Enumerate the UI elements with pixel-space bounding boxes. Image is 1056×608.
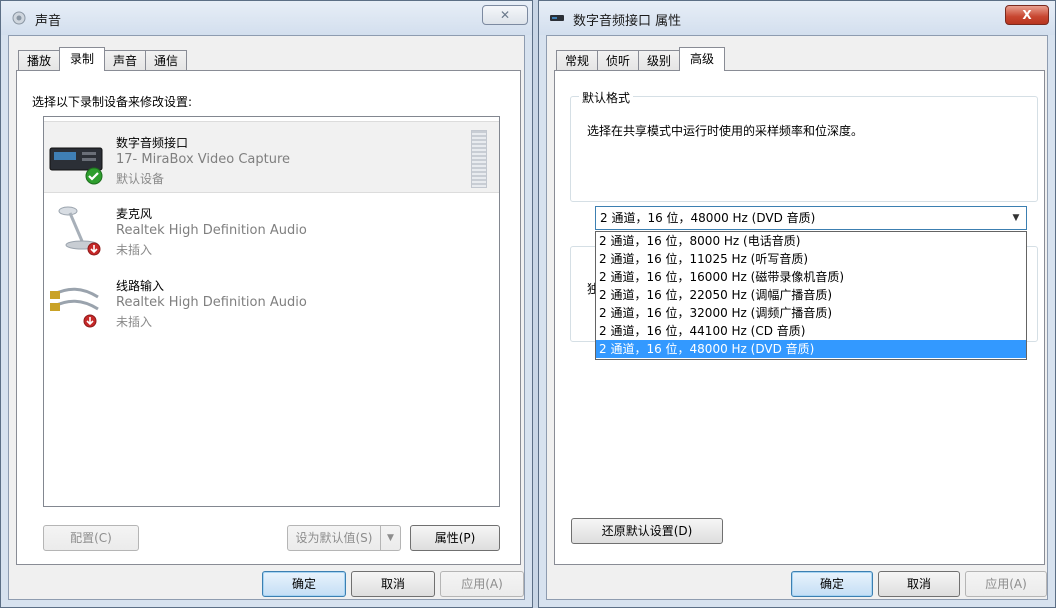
capture-device-icon	[49, 147, 103, 185]
sample-rate-option[interactable]: 2 通道，16 位，11025 Hz (听写音质)	[596, 250, 1026, 268]
list-item-digital-audio-interface[interactable]: 数字音频接口 17- MiraBox Video Capture 默认设备	[44, 121, 499, 193]
sample-rate-select[interactable]: 2 通道，16 位，48000 Hz (DVD 音质) ▼	[595, 206, 1027, 230]
sample-rate-selected-value: 2 通道，16 位，48000 Hz (DVD 音质)	[600, 211, 816, 225]
device-status: 默认设备	[116, 172, 165, 186]
sample-rate-option[interactable]: 2 通道，16 位，8000 Hz (电话音质)	[596, 232, 1026, 250]
default-format-description: 选择在共享模式中运行时使用的采样频率和位深度。	[587, 124, 864, 138]
device-name: 麦克风	[116, 207, 153, 221]
ok-button[interactable]: 确定	[791, 571, 873, 597]
properties-window: 数字音频接口 属性 X 常规 侦听 级别 高级 默认格式 选择在共享模式中运行时…	[538, 0, 1056, 608]
sample-rate-dropdown[interactable]: 2 通道，16 位，8000 Hz (电话音质) 2 通道，16 位，11025…	[595, 231, 1027, 360]
sound-window-title: 声音	[35, 14, 62, 29]
device-description: Realtek High Definition Audio	[116, 295, 307, 310]
apply-button[interactable]: 应用(A)	[965, 571, 1047, 597]
tab-advanced[interactable]: 高级	[679, 47, 726, 71]
properties-tabs: 常规 侦听 级别 高级	[556, 47, 726, 71]
device-name: 数字音频接口	[116, 136, 189, 150]
cancel-button[interactable]: 取消	[878, 571, 960, 597]
configure-button[interactable]: 配置(C)	[43, 525, 139, 551]
tab-recording[interactable]: 录制	[59, 47, 106, 71]
properties-window-client: 常规 侦听 级别 高级 默认格式 选择在共享模式中运行时使用的采样频率和位深度。…	[546, 35, 1048, 600]
set-default-label: 设为默认值(S)	[295, 531, 373, 545]
apply-button[interactable]: 应用(A)	[440, 571, 524, 597]
instruction-text: 选择以下录制设备来修改设置:	[32, 95, 193, 109]
tab-general[interactable]: 常规	[556, 50, 599, 71]
sample-rate-option[interactable]: 2 通道，16 位，22050 Hz (调幅广播音质)	[596, 286, 1026, 304]
list-item-line-in[interactable]: 线路输入 Realtek High Definition Audio 未插入	[44, 265, 499, 337]
device-status: 未插入	[116, 315, 153, 329]
device-description: Realtek High Definition Audio	[116, 223, 307, 238]
level-meter	[471, 130, 487, 188]
sound-window: 声音 ✕ 播放 录制 声音 通信 选择以下录制设备来修改设置: 数字音频接口 1…	[0, 0, 533, 608]
tab-sounds[interactable]: 声音	[104, 50, 147, 71]
close-button[interactable]: X	[1005, 5, 1049, 25]
device-status: 未插入	[116, 243, 153, 257]
sample-rate-option[interactable]: 2 通道，16 位，32000 Hz (调频广播音质)	[596, 304, 1026, 322]
device-name: 线路输入	[116, 279, 165, 293]
default-format-group: 默认格式 选择在共享模式中运行时使用的采样频率和位深度。	[570, 89, 1038, 202]
sound-tabs: 播放 录制 声音 通信	[18, 47, 188, 71]
close-icon: ✕	[499, 8, 511, 22]
speaker-icon	[12, 11, 26, 25]
microphone-icon	[58, 206, 101, 256]
properties-window-titlebar[interactable]: 数字音频接口 属性 X	[539, 1, 1055, 35]
device-description: 17- MiraBox Video Capture	[116, 152, 291, 167]
list-item-microphone[interactable]: 麦克风 Realtek High Definition Audio 未插入	[44, 193, 499, 265]
tab-communications[interactable]: 通信	[145, 50, 188, 71]
close-button[interactable]: ✕	[482, 5, 528, 25]
restore-defaults-button[interactable]: 还原默认设置(D)	[571, 518, 723, 544]
sample-rate-option-selected[interactable]: 2 通道，16 位，48000 Hz (DVD 音质)	[596, 340, 1026, 358]
ok-button[interactable]: 确定	[262, 571, 346, 597]
audio-device-icon	[550, 15, 564, 21]
set-default-button[interactable]: 设为默认值(S) ▼	[287, 525, 401, 551]
device-list[interactable]: 数字音频接口 17- MiraBox Video Capture 默认设备 麦克…	[43, 116, 500, 507]
default-format-label: 默认格式	[579, 89, 634, 106]
sound-window-titlebar[interactable]: 声音 ✕	[1, 1, 532, 35]
properties-button[interactable]: 属性(P)	[410, 525, 500, 551]
line-in-cable-icon	[50, 287, 99, 328]
tab-playback[interactable]: 播放	[18, 50, 61, 71]
sample-rate-option[interactable]: 2 通道，16 位，16000 Hz (磁带录像机音质)	[596, 268, 1026, 286]
sample-rate-option[interactable]: 2 通道，16 位，44100 Hz (CD 音质)	[596, 322, 1026, 340]
close-icon: X	[1022, 8, 1032, 22]
tab-listen[interactable]: 侦听	[597, 50, 640, 71]
cancel-button[interactable]: 取消	[351, 571, 435, 597]
tab-levels[interactable]: 级别	[638, 50, 681, 71]
sound-window-client: 播放 录制 声音 通信 选择以下录制设备来修改设置: 数字音频接口 17- Mi…	[8, 35, 525, 600]
chevron-down-icon[interactable]: ▼	[1009, 207, 1023, 229]
chevron-down-icon[interactable]: ▼	[380, 526, 400, 550]
properties-window-title: 数字音频接口 属性	[573, 14, 682, 29]
